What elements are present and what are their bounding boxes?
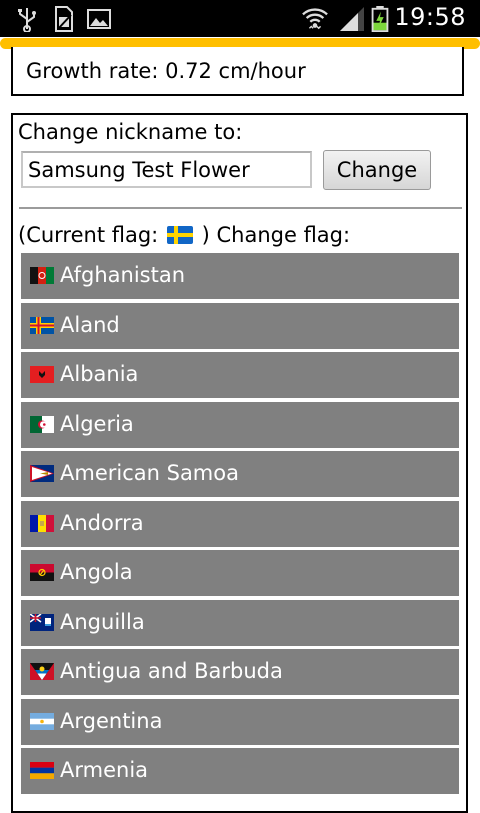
growth-rate-text: Growth rate: 0.72 cm/hour xyxy=(26,59,306,83)
antigua-and-barbuda-flag-icon xyxy=(30,663,54,680)
country-item[interactable]: Argentina xyxy=(21,698,459,745)
current-flag-suffix: ) Change flag: xyxy=(201,223,351,247)
aland-flag-icon xyxy=(30,316,54,334)
signal-icon xyxy=(340,7,364,31)
country-name: Angola xyxy=(60,560,133,584)
country-item[interactable]: Algeria xyxy=(21,401,459,448)
armenia-flag-icon xyxy=(30,762,54,779)
algeria-flag-icon xyxy=(30,415,54,433)
country-name: Andorra xyxy=(60,510,144,535)
afghanistan-flag-icon xyxy=(30,267,54,284)
country-item[interactable]: American Samoa xyxy=(21,451,459,497)
wifi-icon xyxy=(302,8,328,30)
growth-panel: Growth rate: 0.72 cm/hour xyxy=(11,47,464,96)
sweden-flag-icon xyxy=(166,226,193,244)
clock: 19:58 xyxy=(394,3,466,31)
country-name: Algeria xyxy=(60,411,134,436)
country-name: Aland xyxy=(60,312,120,337)
angola-flag-icon xyxy=(30,564,54,581)
country-list: Afghanistan Aland Albania Algeria American S… xyxy=(21,253,459,798)
country-name: Antigua and Barbuda xyxy=(60,659,283,683)
image-icon xyxy=(87,9,111,29)
status-bar: 19:58 xyxy=(0,0,480,38)
nickname-label: Change nickname to: xyxy=(18,120,243,144)
country-item[interactable]: Andorra xyxy=(21,500,459,547)
country-item[interactable]: Angola xyxy=(21,550,459,596)
country-name: Argentina xyxy=(60,708,163,733)
current-flag-row: (Current flag: ) Change flag: xyxy=(18,223,350,247)
country-item[interactable]: Armenia xyxy=(21,748,459,794)
nickname-input[interactable] xyxy=(21,151,312,188)
andorra-flag-icon xyxy=(30,514,54,532)
usb-icon xyxy=(18,8,36,32)
battery-charging-icon xyxy=(371,6,389,32)
albania-flag-icon xyxy=(30,366,54,383)
current-flag-prefix: (Current flag: xyxy=(18,223,159,247)
country-name: Afghanistan xyxy=(60,263,186,287)
sim-card-icon xyxy=(55,6,73,32)
divider xyxy=(19,207,462,209)
country-name: Albania xyxy=(60,362,139,386)
country-item[interactable]: Aland xyxy=(21,302,459,349)
country-name: Armenia xyxy=(60,758,149,782)
country-item[interactable]: Albania xyxy=(21,352,459,398)
american-samoa-flag-icon xyxy=(30,465,54,482)
country-item[interactable]: Anguilla xyxy=(21,599,459,646)
country-name: American Samoa xyxy=(60,461,239,485)
argentina-flag-icon xyxy=(30,712,54,730)
anguilla-flag-icon xyxy=(30,613,54,631)
country-name: Anguilla xyxy=(60,609,145,634)
country-item[interactable]: Afghanistan xyxy=(21,253,459,299)
change-button[interactable]: Change xyxy=(323,150,431,190)
country-item[interactable]: Antigua and Barbuda xyxy=(21,649,459,695)
